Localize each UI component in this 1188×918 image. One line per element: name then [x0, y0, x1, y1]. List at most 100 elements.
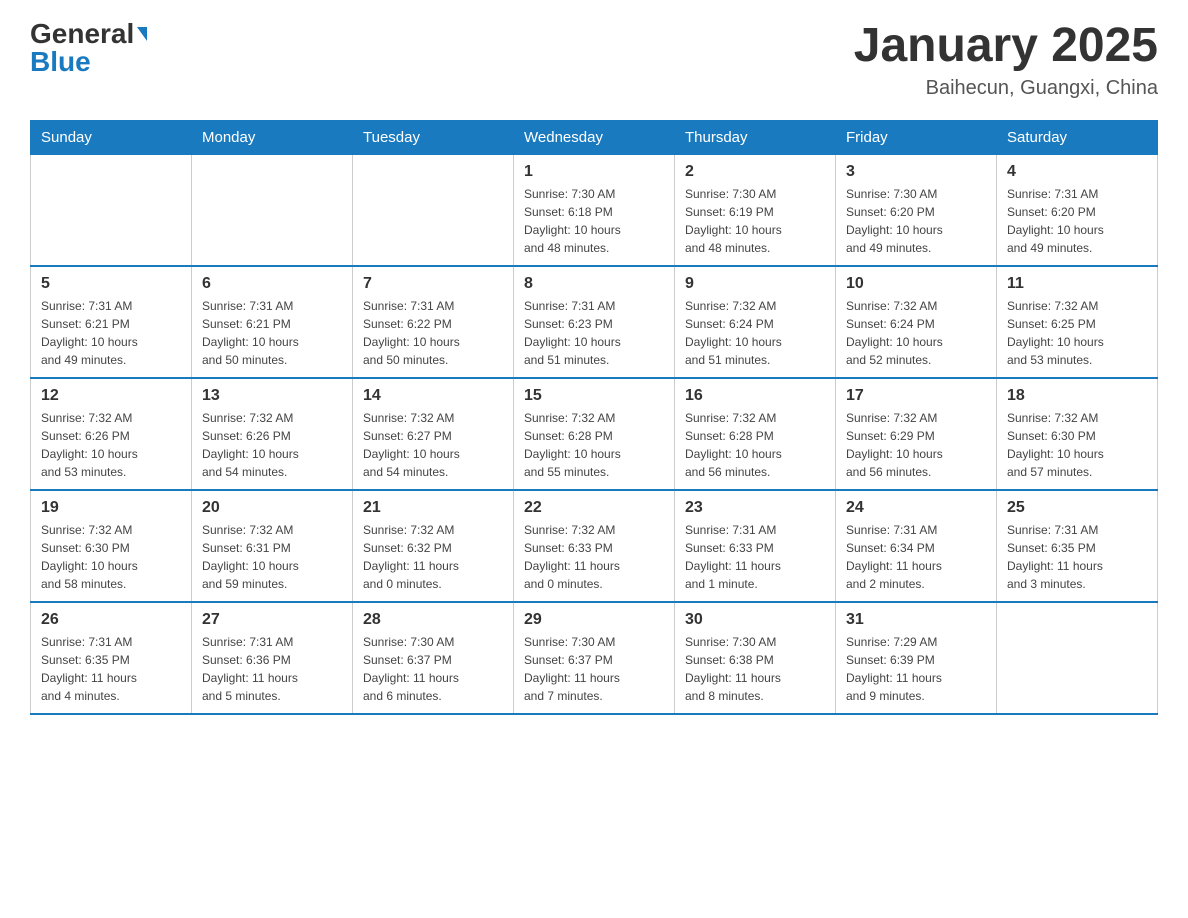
day-number: 28 — [363, 611, 503, 629]
calendar-week-3: 12 Sunrise: 7:32 AM Sunset: 6:26 PM Dayli… — [31, 378, 1158, 490]
calendar-cell — [31, 154, 192, 266]
day-info: Sunrise: 7:32 AM Sunset: 6:32 PM Dayligh… — [363, 521, 503, 593]
location-text: Baihecun, Guangxi, China — [854, 77, 1158, 100]
header-saturday: Saturday — [997, 120, 1158, 154]
calendar-cell: 11 Sunrise: 7:32 AM Sunset: 6:25 PM Dayli… — [997, 266, 1158, 378]
day-info: Sunrise: 7:31 AM Sunset: 6:21 PM Dayligh… — [202, 297, 342, 369]
day-info: Sunrise: 7:32 AM Sunset: 6:26 PM Dayligh… — [41, 409, 181, 481]
logo-blue-text: Blue — [30, 48, 91, 76]
calendar-cell: 20Sunrise: 7:32 AM Sunset: 6:31 PM Dayli… — [192, 490, 353, 602]
calendar-header-row: SundayMondayTuesdayWednesdayThursdayFrid… — [31, 120, 1158, 154]
day-number: 15 — [524, 387, 664, 405]
calendar-body: 1Sunrise: 7:30 AM Sunset: 6:18 PM Daylig… — [31, 154, 1158, 714]
day-info: Sunrise: 7:32 AM Sunset: 6:28 PM Dayligh… — [524, 409, 664, 481]
day-number: 22 — [524, 499, 664, 517]
calendar-cell: 21 Sunrise: 7:32 AM Sunset: 6:32 PM Dayli… — [353, 490, 514, 602]
day-info: Sunrise: 7:29 AM Sunset: 6:39 PM Dayligh… — [846, 633, 986, 705]
calendar-cell: 12 Sunrise: 7:32 AM Sunset: 6:26 PM Dayli… — [31, 378, 192, 490]
day-number: 20 — [202, 499, 342, 517]
day-number: 26 — [41, 611, 181, 629]
calendar-cell: 7 Sunrise: 7:31 AM Sunset: 6:22 PM Daylig… — [353, 266, 514, 378]
calendar-cell: 24 Sunrise: 7:31 AM Sunset: 6:34 PM Dayli… — [836, 490, 997, 602]
day-number: 8 — [524, 275, 664, 293]
day-info: Sunrise: 7:32 AM Sunset: 6:33 PM Dayligh… — [524, 521, 664, 593]
day-info: Sunrise: 7:32 AM Sunset: 6:27 PM Dayligh… — [363, 409, 503, 481]
calendar-cell: 13 Sunrise: 7:32 AM Sunset: 6:26 PM Dayli… — [192, 378, 353, 490]
day-info: Sunrise: 7:30 AM Sunset: 6:37 PM Dayligh… — [363, 633, 503, 705]
day-number: 10 — [846, 275, 986, 293]
header-wednesday: Wednesday — [514, 120, 675, 154]
day-number: 21 — [363, 499, 503, 517]
day-info: Sunrise: 7:32 AM Sunset: 6:28 PM Dayligh… — [685, 409, 825, 481]
day-info: Sunrise: 7:31 AM Sunset: 6:34 PM Dayligh… — [846, 521, 986, 593]
calendar-cell: 23 Sunrise: 7:31 AM Sunset: 6:33 PM Dayli… — [675, 490, 836, 602]
day-number: 11 — [1007, 275, 1147, 293]
day-number: 5 — [41, 275, 181, 293]
day-info: Sunrise: 7:32 AM Sunset: 6:24 PM Dayligh… — [685, 297, 825, 369]
day-info: Sunrise: 7:32 AM Sunset: 6:24 PM Dayligh… — [846, 297, 986, 369]
month-title: January 2025 — [854, 20, 1158, 73]
header-monday: Monday — [192, 120, 353, 154]
calendar-week-2: 5 Sunrise: 7:31 AM Sunset: 6:21 PM Daylig… — [31, 266, 1158, 378]
day-info: Sunrise: 7:31 AM Sunset: 6:22 PM Dayligh… — [363, 297, 503, 369]
day-number: 14 — [363, 387, 503, 405]
day-info: Sunrise: 7:30 AM Sunset: 6:20 PM Dayligh… — [846, 185, 986, 257]
day-info: Sunrise: 7:30 AM Sunset: 6:38 PM Dayligh… — [685, 633, 825, 705]
day-number: 17 — [846, 387, 986, 405]
header-sunday: Sunday — [31, 120, 192, 154]
day-info: Sunrise: 7:32 AM Sunset: 6:30 PM Dayligh… — [41, 521, 181, 593]
day-info: Sunrise: 7:32 AM Sunset: 6:25 PM Dayligh… — [1007, 297, 1147, 369]
day-number: 25 — [1007, 499, 1147, 517]
calendar-cell: 30Sunrise: 7:30 AM Sunset: 6:38 PM Dayli… — [675, 602, 836, 714]
calendar-cell: 14 Sunrise: 7:32 AM Sunset: 6:27 PM Dayli… — [353, 378, 514, 490]
calendar-week-1: 1Sunrise: 7:30 AM Sunset: 6:18 PM Daylig… — [31, 154, 1158, 266]
day-number: 24 — [846, 499, 986, 517]
day-info: Sunrise: 7:31 AM Sunset: 6:35 PM Dayligh… — [1007, 521, 1147, 593]
calendar-cell: 15 Sunrise: 7:32 AM Sunset: 6:28 PM Dayli… — [514, 378, 675, 490]
day-number: 13 — [202, 387, 342, 405]
calendar-cell: 26 Sunrise: 7:31 AM Sunset: 6:35 PM Dayli… — [31, 602, 192, 714]
calendar-cell: 25 Sunrise: 7:31 AM Sunset: 6:35 PM Dayli… — [997, 490, 1158, 602]
calendar-cell: 22 Sunrise: 7:32 AM Sunset: 6:33 PM Dayli… — [514, 490, 675, 602]
calendar-week-4: 19 Sunrise: 7:32 AM Sunset: 6:30 PM Dayli… — [31, 490, 1158, 602]
day-info: Sunrise: 7:32 AM Sunset: 6:30 PM Dayligh… — [1007, 409, 1147, 481]
calendar-cell: 16 Sunrise: 7:32 AM Sunset: 6:28 PM Dayli… — [675, 378, 836, 490]
day-number: 23 — [685, 499, 825, 517]
logo: General Blue — [30, 20, 147, 76]
calendar-cell: 2 Sunrise: 7:30 AM Sunset: 6:19 PM Daylig… — [675, 154, 836, 266]
calendar-cell: 29Sunrise: 7:30 AM Sunset: 6:37 PM Dayli… — [514, 602, 675, 714]
day-number: 19 — [41, 499, 181, 517]
logo-triangle-icon — [137, 27, 147, 41]
day-info: Sunrise: 7:30 AM Sunset: 6:19 PM Dayligh… — [685, 185, 825, 257]
day-number: 7 — [363, 275, 503, 293]
page-header: General Blue January 2025 Baihecun, Guan… — [30, 20, 1158, 100]
day-number: 16 — [685, 387, 825, 405]
day-info: Sunrise: 7:31 AM Sunset: 6:33 PM Dayligh… — [685, 521, 825, 593]
day-info: Sunrise: 7:30 AM Sunset: 6:18 PM Dayligh… — [524, 185, 664, 257]
calendar-cell: 18Sunrise: 7:32 AM Sunset: 6:30 PM Dayli… — [997, 378, 1158, 490]
header-thursday: Thursday — [675, 120, 836, 154]
day-number: 2 — [685, 163, 825, 181]
day-info: Sunrise: 7:32 AM Sunset: 6:26 PM Dayligh… — [202, 409, 342, 481]
calendar-cell — [353, 154, 514, 266]
day-info: Sunrise: 7:30 AM Sunset: 6:37 PM Dayligh… — [524, 633, 664, 705]
day-number: 6 — [202, 275, 342, 293]
calendar-cell: 27 Sunrise: 7:31 AM Sunset: 6:36 PM Dayli… — [192, 602, 353, 714]
calendar-cell: 10 Sunrise: 7:32 AM Sunset: 6:24 PM Dayli… — [836, 266, 997, 378]
calendar-cell: 5 Sunrise: 7:31 AM Sunset: 6:21 PM Daylig… — [31, 266, 192, 378]
calendar-cell: 3Sunrise: 7:30 AM Sunset: 6:20 PM Daylig… — [836, 154, 997, 266]
day-info: Sunrise: 7:31 AM Sunset: 6:23 PM Dayligh… — [524, 297, 664, 369]
calendar-cell: 6 Sunrise: 7:31 AM Sunset: 6:21 PM Daylig… — [192, 266, 353, 378]
calendar-cell: 4Sunrise: 7:31 AM Sunset: 6:20 PM Daylig… — [997, 154, 1158, 266]
calendar-cell: 19 Sunrise: 7:32 AM Sunset: 6:30 PM Dayli… — [31, 490, 192, 602]
calendar-cell: 8 Sunrise: 7:31 AM Sunset: 6:23 PM Daylig… — [514, 266, 675, 378]
calendar-cell: 31Sunrise: 7:29 AM Sunset: 6:39 PM Dayli… — [836, 602, 997, 714]
header-tuesday: Tuesday — [353, 120, 514, 154]
calendar-table: SundayMondayTuesdayWednesdayThursdayFrid… — [30, 120, 1158, 715]
day-info: Sunrise: 7:31 AM Sunset: 6:21 PM Dayligh… — [41, 297, 181, 369]
day-info: Sunrise: 7:31 AM Sunset: 6:35 PM Dayligh… — [41, 633, 181, 705]
day-info: Sunrise: 7:31 AM Sunset: 6:36 PM Dayligh… — [202, 633, 342, 705]
calendar-cell: 1Sunrise: 7:30 AM Sunset: 6:18 PM Daylig… — [514, 154, 675, 266]
day-number: 27 — [202, 611, 342, 629]
day-number: 12 — [41, 387, 181, 405]
